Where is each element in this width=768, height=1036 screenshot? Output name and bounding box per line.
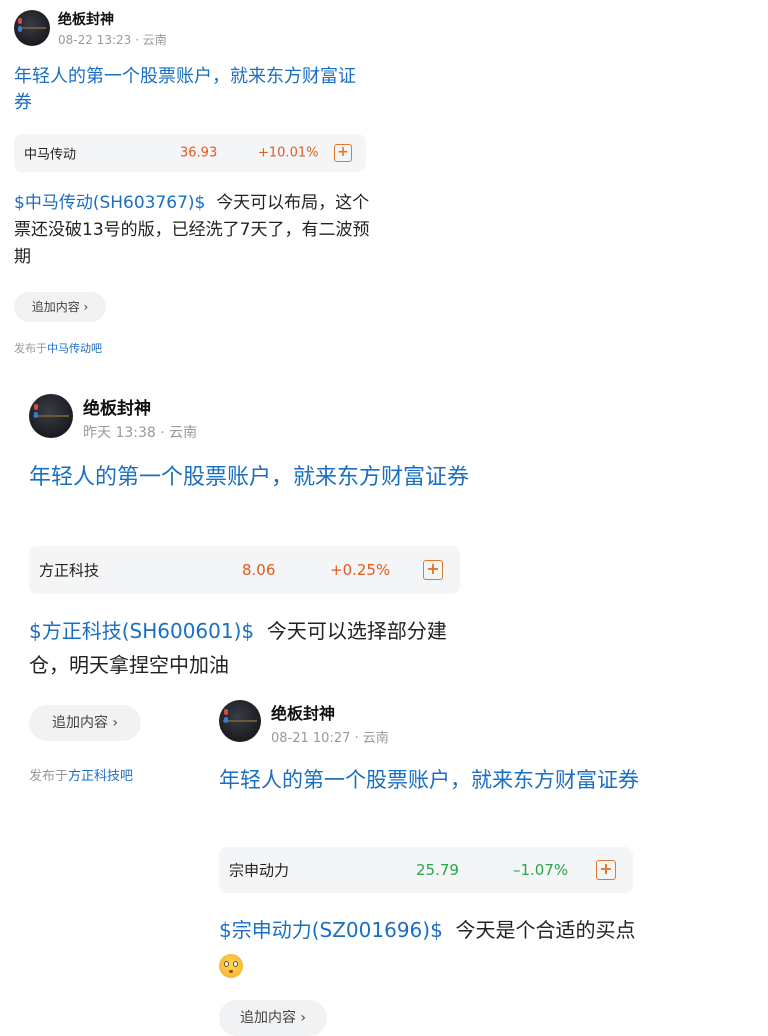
stock-name: 方正科技 xyxy=(39,561,100,580)
post-text: $中马传动(SH603767)$ 今天可以布局，这个票还没破13号的版，已经洗了… xyxy=(14,190,370,272)
stock-change: +0.25% xyxy=(330,561,391,579)
post-1: 绝板封神 08-22 13:23 · 云南 年轻人的第一个股票账户，就来东方财富… xyxy=(0,0,380,360)
add-content-button[interactable]: 追加内容 › xyxy=(14,292,106,322)
stock-tag-link[interactable]: $宗申动力(SZ001696)$ xyxy=(219,918,443,942)
post-meta: 08-22 13:23 · 云南 xyxy=(58,33,167,47)
stock-card[interactable]: 方正科技 8.06 +0.25% + xyxy=(29,546,460,594)
author-name[interactable]: 绝板封神 xyxy=(271,700,335,724)
stock-name: 宗申动力 xyxy=(229,861,290,880)
plus-square-icon[interactable]: + xyxy=(596,860,616,880)
plus-square-icon[interactable]: + xyxy=(423,560,443,580)
stock-tag-link[interactable]: $中马传动(SH603767)$ xyxy=(14,193,205,213)
stock-name: 中马传动 xyxy=(24,147,77,163)
ad-title-link[interactable]: 年轻人的第一个股票账户，就来东方财富证券 xyxy=(14,64,370,116)
stock-price: 36.93 xyxy=(180,145,218,161)
post-text: $方正科技(SH600601)$ 今天可以选择部分建仓，明天拿捏空中加油 xyxy=(29,614,469,682)
post-body: 今天是个合适的买点 xyxy=(455,918,636,942)
flushed-face-emoji xyxy=(219,953,243,978)
stock-card[interactable]: 宗申动力 25.79 –1.07% + xyxy=(219,847,633,893)
author-name[interactable]: 绝板封神 xyxy=(58,9,114,29)
stock-change: +10.01% xyxy=(258,145,319,161)
stock-card[interactable]: 中马传动 36.93 +10.01% + xyxy=(14,134,366,172)
posted-in: 发布于中马传动吧 xyxy=(14,340,102,356)
add-content-button[interactable]: 追加内容 › xyxy=(29,705,141,741)
post-meta: 昨天 13:38 · 云南 xyxy=(83,425,198,441)
author-avatar[interactable] xyxy=(219,700,261,742)
posted-in-prefix: 发布于 xyxy=(14,342,47,355)
post-3: 绝板封神 08-21 10:27 · 云南 年轻人的第一个股票账户，就来东方财富… xyxy=(205,690,645,1036)
posted-in: 发布于方正科技吧 xyxy=(29,765,133,784)
stock-change: –1.07% xyxy=(513,861,569,879)
author-name[interactable]: 绝板封神 xyxy=(83,394,151,419)
post-text: $宗申动力(SZ001696)$ 今天是个合适的买点 xyxy=(219,913,639,981)
post-meta: 08-21 10:27 · 云南 xyxy=(271,731,389,746)
stock-price: 25.79 xyxy=(416,861,459,879)
author-avatar[interactable] xyxy=(29,394,73,438)
ad-title-link[interactable]: 年轻人的第一个股票账户，就来东方财富证券 xyxy=(29,462,469,494)
bar-link[interactable]: 中马传动吧 xyxy=(47,342,102,355)
posted-in-prefix: 发布于 xyxy=(29,769,69,784)
bar-link[interactable]: 方正科技吧 xyxy=(68,769,133,784)
ad-title-link[interactable]: 年轻人的第一个股票账户，就来东方财富证券 xyxy=(219,765,639,795)
stock-price: 8.06 xyxy=(242,561,276,579)
author-avatar[interactable] xyxy=(14,10,50,46)
add-content-button[interactable]: 追加内容 › xyxy=(219,1000,327,1036)
plus-square-icon[interactable]: + xyxy=(334,144,352,162)
stock-tag-link[interactable]: $方正科技(SH600601)$ xyxy=(29,619,254,643)
